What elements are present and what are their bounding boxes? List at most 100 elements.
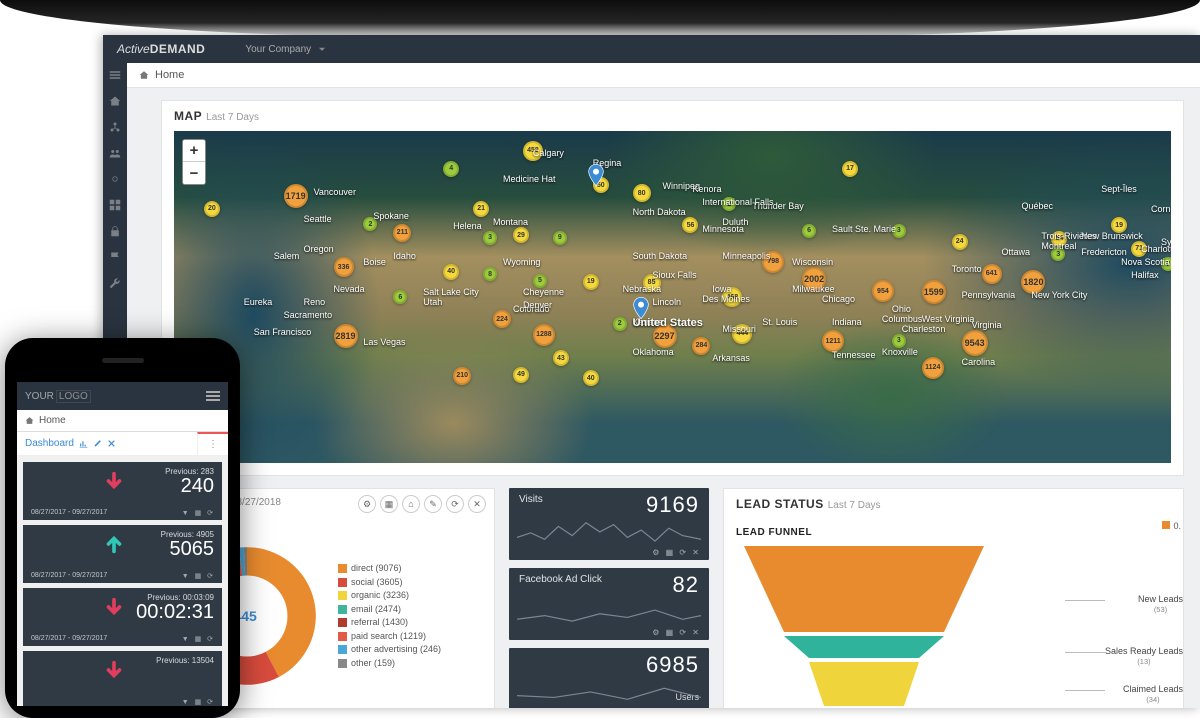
metric-tiles: Visits 9169 ⚙ ▦ ⟳ ✕ Facebook Ad Click 82 … — [509, 488, 709, 708]
city-label: Duluth — [722, 217, 748, 227]
legend-item[interactable]: social (3605) — [338, 576, 441, 590]
city-label: Des Moines — [702, 294, 750, 304]
map-cluster[interactable]: 9 — [553, 231, 567, 245]
zoom-out-button[interactable]: − — [183, 162, 205, 184]
map-cluster[interactable]: 21 — [473, 201, 489, 217]
breadcrumb[interactable]: Home — [127, 63, 1200, 88]
dashboard-tab[interactable]: Dashboard — [17, 432, 124, 455]
tile-value: 82 — [673, 572, 699, 598]
hamburger-icon[interactable] — [206, 391, 220, 401]
city-label: Ohio — [892, 304, 911, 314]
tile-tools[interactable]: ⚙ ▦ ⟳ ✕ — [652, 548, 701, 557]
map-cluster[interactable]: 2 — [613, 317, 627, 331]
org-icon[interactable] — [109, 121, 121, 133]
map-cluster[interactable]: 9543 — [962, 330, 988, 356]
city-label: Tennessee — [832, 350, 876, 360]
home-icon[interactable] — [109, 95, 121, 107]
map-cluster[interactable]: 24 — [952, 234, 968, 250]
map-cluster[interactable]: 17 — [842, 161, 858, 177]
map-cluster[interactable]: 2819 — [334, 324, 358, 348]
tab-menu-icon[interactable]: ⋮ — [197, 432, 228, 455]
phone-metric-card[interactable]: Previous: 13504 ▼ ▦ ⟳ — [23, 651, 222, 706]
city-label: San Francisco — [254, 327, 312, 337]
chart-icon — [79, 439, 88, 448]
grid-icon[interactable] — [109, 199, 121, 211]
map-pin-icon[interactable] — [633, 297, 649, 319]
card-tools[interactable]: ▼ ▦ ⟳ — [182, 509, 215, 517]
gears-icon[interactable] — [109, 173, 121, 185]
map-cluster[interactable]: 210 — [453, 367, 471, 385]
tile-value: 6985 — [646, 652, 699, 678]
legend-item[interactable]: organic (3236) — [338, 589, 441, 603]
phone-logo: YOURLOGO — [25, 391, 91, 402]
map-cluster[interactable]: 5 — [533, 274, 547, 288]
city-label: Nova Scotia — [1121, 257, 1170, 267]
city-label: Toronto — [952, 264, 982, 274]
metric-tile[interactable]: 6985 Users ⚙ ▦ ⟳ ✕ — [509, 648, 709, 708]
legend-item[interactable]: referral (1430) — [338, 616, 441, 630]
map-cluster[interactable]: 336 — [334, 257, 354, 277]
card-range: 08/27/2017 - 09/27/2017 — [31, 635, 107, 642]
map-cluster[interactable]: 20 — [204, 201, 220, 217]
card-tools[interactable]: ▼ ▦ ⟳ — [182, 698, 215, 706]
home-icon[interactable]: ⌂ — [402, 495, 420, 513]
menu-icon[interactable] — [109, 69, 121, 81]
zoom-in-button[interactable]: + — [183, 140, 205, 162]
city-label: Reno — [304, 297, 326, 307]
calendar-icon[interactable]: ▦ — [380, 495, 398, 513]
edit-icon[interactable]: ✎ — [424, 495, 442, 513]
city-label: Québec — [1021, 201, 1053, 211]
map-cluster[interactable]: 641 — [982, 264, 1002, 284]
map-cluster[interactable]: 19 — [583, 274, 599, 290]
phone-metric-card[interactable]: Previous: 00:03:09 00:02:31 08/27/2017 -… — [23, 588, 222, 646]
card-tools[interactable]: ▼ ▦ ⟳ — [182, 635, 215, 643]
map-cluster[interactable]: 6 — [802, 224, 816, 238]
flag-icon[interactable] — [109, 251, 121, 263]
gear-icon[interactable]: ⚙ — [358, 495, 376, 513]
map-canvas[interactable]: + − 458417192021221132993364085198520024… — [174, 131, 1171, 463]
legend-item[interactable]: paid search (1219) — [338, 630, 441, 644]
metric-tile[interactable]: Facebook Ad Click 82 ⚙ ▦ ⟳ ✕ — [509, 568, 709, 640]
legend-item[interactable]: other advertising (246) — [338, 643, 441, 657]
city-label: Seattle — [304, 214, 332, 224]
map-cluster[interactable]: 1288 — [533, 324, 555, 346]
tile-tools[interactable]: ⚙ ▦ ⟳ ✕ — [652, 628, 701, 637]
map-cluster[interactable]: 40 — [443, 264, 459, 280]
map-cluster[interactable]: 40 — [583, 370, 599, 386]
axis-zero: 0. — [1162, 521, 1181, 531]
company-selector[interactable]: Your Company — [245, 44, 327, 55]
edit-icon[interactable] — [93, 439, 102, 448]
city-label: Denver — [523, 300, 552, 310]
legend-item[interactable]: email (2474) — [338, 603, 441, 617]
map-cluster[interactable]: 80 — [633, 184, 651, 202]
map-cluster[interactable]: 43 — [553, 350, 569, 366]
city-label: Minneapolis — [722, 251, 770, 261]
city-label: Kenora — [692, 184, 721, 194]
funnel-label: LEAD FUNNEL — [724, 519, 1183, 546]
wrench-icon[interactable] — [109, 277, 121, 289]
legend-item[interactable]: direct (9076) — [338, 562, 441, 576]
legend-item[interactable]: other (159) — [338, 657, 441, 671]
map-cluster[interactable]: 1719 — [284, 184, 308, 208]
phone-metric-card[interactable]: Previous: 283 240 08/27/2017 - 09/27/201… — [23, 462, 222, 520]
close-icon[interactable]: ✕ — [468, 495, 486, 513]
city-label: Calgary — [533, 148, 564, 158]
users-icon[interactable] — [109, 147, 121, 159]
map-cluster[interactable]: 4 — [443, 161, 459, 177]
city-label: Idaho — [393, 251, 416, 261]
close-icon[interactable] — [107, 439, 116, 448]
refresh-icon[interactable]: ⟳ — [446, 495, 464, 513]
metric-tile[interactable]: Visits 9169 ⚙ ▦ ⟳ ✕ — [509, 488, 709, 560]
map-cluster[interactable]: 49 — [513, 367, 529, 383]
city-label: Nevada — [334, 284, 365, 294]
phone-metric-card[interactable]: Previous: 4905 5065 08/27/2017 - 09/27/2… — [23, 525, 222, 583]
city-label: Salem — [274, 251, 300, 261]
map-pin-icon[interactable] — [588, 164, 604, 186]
lock-icon[interactable] — [109, 225, 121, 237]
map-cluster[interactable]: 3 — [892, 334, 906, 348]
phone-breadcrumb[interactable]: Home — [17, 410, 228, 432]
map-cluster[interactable]: 3 — [483, 231, 497, 245]
map-cluster[interactable]: 1599 — [922, 280, 946, 304]
card-tools[interactable]: ▼ ▦ ⟳ — [182, 572, 215, 580]
map-cluster[interactable]: 1124 — [922, 357, 944, 379]
